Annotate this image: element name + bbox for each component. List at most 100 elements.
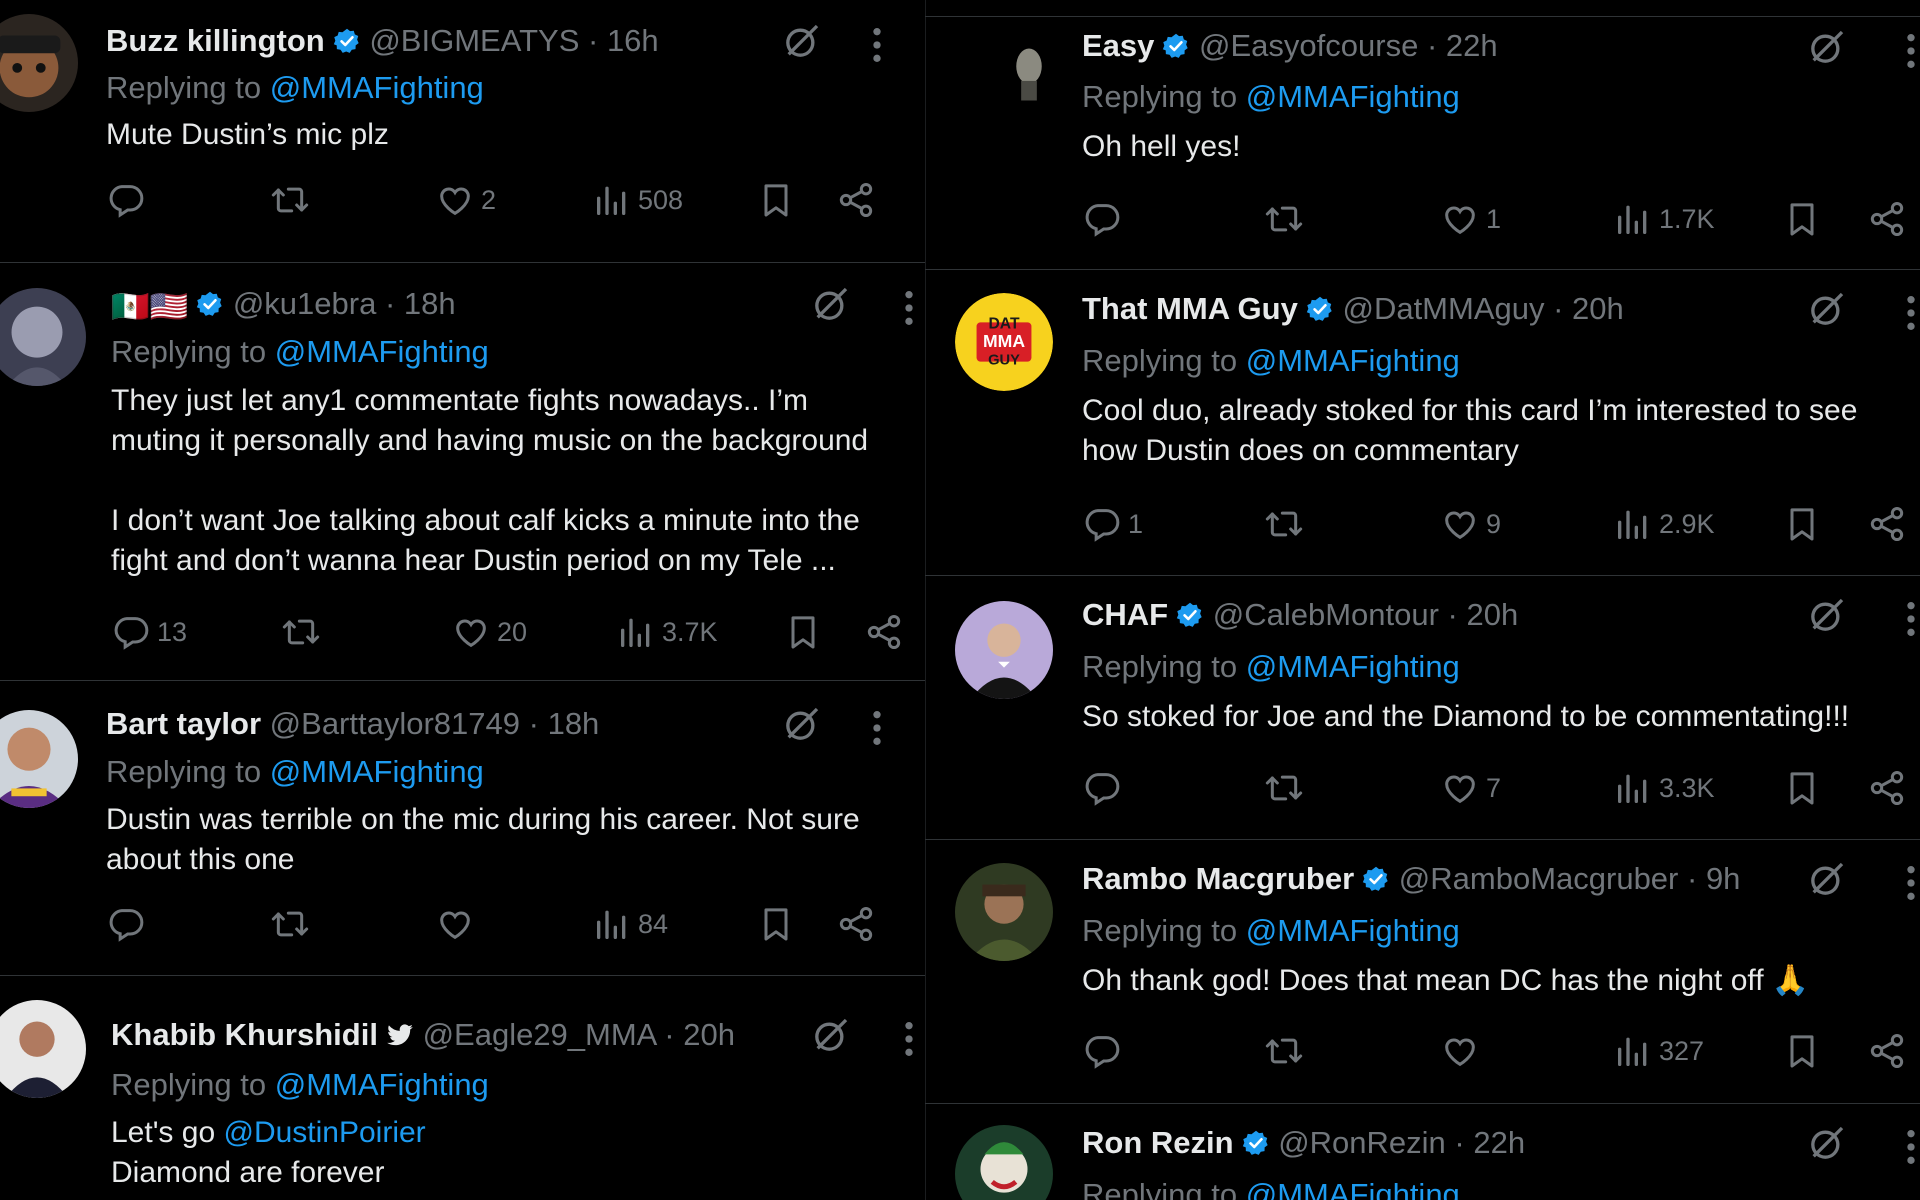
mention-link[interactable]: @MMAFighting	[270, 70, 484, 105]
bookmark-button[interactable]	[1782, 197, 1822, 241]
reply-tweet[interactable]: Ron Rezin @RonRezin · 22h Replying to @M…	[925, 1103, 1920, 1200]
user-handle[interactable]: @Easyofcourse	[1199, 28, 1418, 63]
mention-link[interactable]: @MMAFighting	[1246, 1177, 1460, 1200]
bookmark-button[interactable]	[783, 610, 823, 654]
avatar[interactable]	[0, 1000, 86, 1098]
display-name[interactable]: Bart taylor	[106, 706, 261, 741]
reply-button[interactable]	[106, 902, 152, 946]
mention-link[interactable]: @MMAFighting	[1246, 343, 1460, 378]
share-button[interactable]	[1867, 197, 1907, 241]
bookmark-button[interactable]	[756, 178, 796, 222]
like-button[interactable]	[435, 902, 481, 946]
like-button[interactable]: 2	[435, 178, 496, 222]
avatar[interactable]	[0, 14, 78, 112]
grok-icon[interactable]	[1807, 595, 1847, 635]
timestamp[interactable]: 9h	[1706, 861, 1740, 896]
more-icon[interactable]	[903, 1019, 915, 1059]
grok-icon[interactable]	[782, 704, 822, 744]
timestamp[interactable]: 20h	[683, 1017, 735, 1052]
reply-button[interactable]	[106, 178, 152, 222]
display-name[interactable]: Easy	[1082, 28, 1154, 63]
grok-icon[interactable]	[811, 284, 851, 324]
like-button[interactable]: 7	[1440, 766, 1501, 810]
bookmark-button[interactable]	[1782, 502, 1822, 546]
like-button[interactable]: 1	[1440, 197, 1501, 241]
share-button[interactable]	[1867, 502, 1907, 546]
reply-tweet[interactable]: DAT MMA GUY That MMA Guy @DatMMAguy · 20h …	[925, 269, 1920, 576]
more-icon[interactable]	[1905, 293, 1917, 333]
views-button[interactable]: 3.3K	[1613, 766, 1715, 810]
retweet-button[interactable]	[1264, 197, 1304, 241]
more-icon[interactable]	[871, 25, 883, 65]
avatar[interactable]	[980, 27, 1078, 125]
reply-button[interactable]: 1	[1082, 502, 1143, 546]
grok-icon[interactable]	[1807, 289, 1847, 329]
more-icon[interactable]	[1905, 863, 1917, 903]
mention-link[interactable]: @MMAFighting	[275, 1067, 489, 1102]
user-handle[interactable]: @Barttaylor81749	[270, 706, 520, 741]
mention-link[interactable]: @MMAFighting	[1246, 649, 1460, 684]
retweet-button[interactable]	[270, 902, 310, 946]
reply-button[interactable]	[1082, 1029, 1128, 1073]
reply-tweet[interactable]: Buzz killington @BIGMEATYS · 16h Replyin…	[0, 0, 925, 263]
grok-icon[interactable]	[811, 1015, 851, 1055]
avatar[interactable]: DAT MMA GUY	[955, 293, 1053, 391]
display-name[interactable]: Ron Rezin	[1082, 1125, 1234, 1160]
avatar[interactable]	[0, 288, 86, 386]
views-button[interactable]: 2.9K	[1613, 502, 1715, 546]
timestamp[interactable]: 20h	[1572, 291, 1624, 326]
share-button[interactable]	[1867, 766, 1907, 810]
retweet-button[interactable]	[281, 610, 321, 654]
more-icon[interactable]	[1905, 599, 1917, 639]
reply-tweet[interactable]: Khabib Khurshidil @Eagle29_MMA · 20h Rep…	[0, 975, 925, 1200]
timestamp[interactable]: 22h	[1446, 28, 1498, 63]
grok-icon[interactable]	[1807, 859, 1847, 899]
reply-button[interactable]	[1082, 197, 1128, 241]
more-icon[interactable]	[903, 288, 915, 328]
timestamp[interactable]: 18h	[548, 706, 600, 741]
mention-link[interactable]: @DustinPoirier	[223, 1116, 425, 1149]
avatar[interactable]	[0, 710, 78, 808]
share-button[interactable]	[1867, 1029, 1907, 1073]
retweet-button[interactable]	[1264, 502, 1304, 546]
retweet-button[interactable]	[270, 178, 310, 222]
retweet-button[interactable]	[1264, 1029, 1304, 1073]
display-name[interactable]: Rambo Macgruber	[1082, 861, 1354, 896]
views-button[interactable]: 3.7K	[616, 610, 718, 654]
user-handle[interactable]: @RonRezin	[1278, 1125, 1446, 1160]
reply-tweet[interactable]: Rambo Macgruber @RamboMacgruber · 9h Rep…	[925, 839, 1920, 1104]
user-handle[interactable]: @ku1ebra	[233, 286, 377, 321]
timestamp[interactable]: 16h	[607, 23, 659, 58]
avatar[interactable]	[955, 601, 1053, 699]
like-button[interactable]: 20	[451, 610, 527, 654]
share-button[interactable]	[864, 610, 904, 654]
user-handle[interactable]: @CalebMontour	[1213, 597, 1439, 632]
timestamp[interactable]: 20h	[1467, 597, 1519, 632]
timestamp[interactable]: 18h	[404, 286, 456, 321]
reply-button[interactable]: 13	[111, 610, 187, 654]
grok-icon[interactable]	[782, 21, 822, 61]
display-name[interactable]: CHAF	[1082, 597, 1168, 632]
reply-tweet[interactable]: Bart taylor @Barttaylor81749 · 18h Reply…	[0, 680, 925, 976]
more-icon[interactable]	[871, 708, 883, 748]
timestamp[interactable]: 22h	[1473, 1125, 1525, 1160]
more-icon[interactable]	[1905, 31, 1917, 71]
grok-icon[interactable]	[1807, 27, 1847, 67]
reply-button[interactable]	[1082, 766, 1128, 810]
like-button[interactable]: 9	[1440, 502, 1501, 546]
views-button[interactable]: 327	[1613, 1029, 1704, 1073]
grok-icon[interactable]	[1807, 1123, 1847, 1163]
bookmark-button[interactable]	[756, 902, 796, 946]
share-button[interactable]	[836, 178, 876, 222]
user-handle[interactable]: @Eagle29_MMA	[423, 1017, 656, 1052]
views-button[interactable]: 508	[592, 178, 683, 222]
reply-tweet[interactable]: 🇲🇽🇺🇸 @ku1ebra · 18h Replying to @MMAFigh…	[0, 262, 925, 681]
more-icon[interactable]	[1905, 1127, 1917, 1167]
reply-tweet[interactable]: CHAF @CalebMontour · 20h Replying to @MM…	[925, 575, 1920, 840]
bookmark-button[interactable]	[1782, 766, 1822, 810]
mention-link[interactable]: @MMAFighting	[1246, 79, 1460, 114]
reply-tweet[interactable]: Easy @Easyofcourse · 22h Replying to @MM…	[925, 17, 1920, 270]
display-name[interactable]: Buzz killington	[106, 23, 325, 58]
views-button[interactable]: 84	[592, 902, 668, 946]
avatar[interactable]	[955, 1125, 1053, 1200]
